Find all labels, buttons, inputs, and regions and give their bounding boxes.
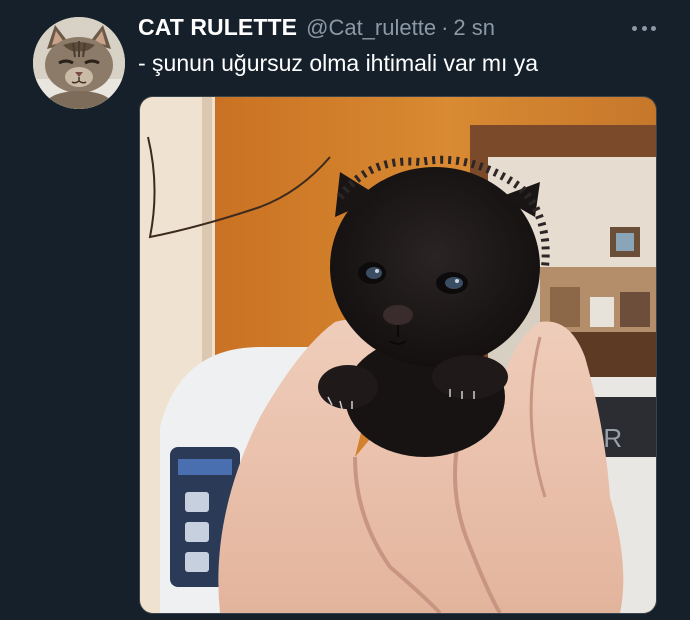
kitten-photo: BR — [140, 97, 656, 613]
display-name[interactable]: CAT RULETTE — [138, 14, 297, 41]
timestamp[interactable]: 2 sn — [453, 15, 495, 41]
tweet-text: - şunun uğursuz olma ihtimali var mı ya — [138, 50, 539, 76]
tweet[interactable]: CAT RULETTE @Cat_rulette · 2 sn - şunun … — [0, 0, 690, 620]
tweet-header: CAT RULETTE @Cat_rulette · 2 sn — [138, 14, 495, 44]
more-dot — [651, 26, 656, 31]
more-horizontal-icon[interactable] — [632, 26, 656, 32]
separator-dot: · — [441, 15, 449, 40]
user-handle[interactable]: @Cat_rulette — [306, 15, 436, 41]
avatar-cat-image — [33, 17, 125, 109]
avatar[interactable] — [33, 17, 125, 109]
tweet-media-photo[interactable]: BR — [139, 96, 657, 614]
more-dot — [641, 26, 647, 31]
more-dot — [632, 26, 637, 31]
